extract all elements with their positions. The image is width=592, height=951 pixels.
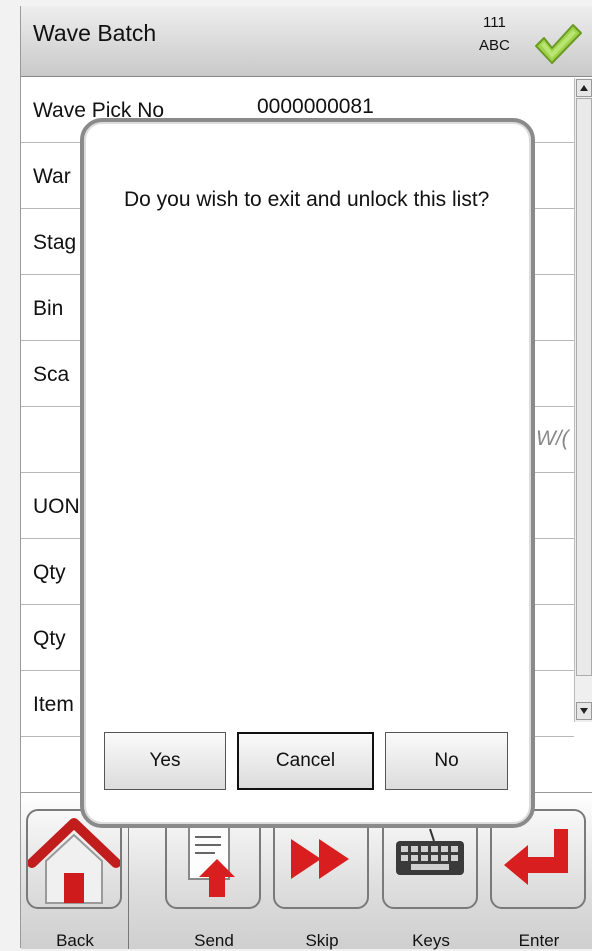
dialog-message: Do you wish to exit and unlock this list…: [124, 188, 490, 211]
form-label: War: [33, 165, 71, 188]
yes-button[interactable]: Yes: [104, 732, 226, 790]
enter-label: Enter: [518, 931, 560, 950]
input-mode-number[interactable]: 111: [483, 14, 506, 31]
form-label: Bin: [33, 297, 64, 320]
back-label: Back: [56, 931, 94, 950]
title-bar: Wave Batch 111 ABC: [21, 6, 592, 77]
form-label: UON: [33, 495, 80, 518]
form-label: Sca: [33, 363, 70, 386]
scroll-up-icon: [580, 85, 588, 91]
confirm-exit-dialog: Do you wish to exit and unlock this list…: [80, 118, 535, 828]
scroll-thumb[interactable]: [576, 98, 592, 676]
vertical-scrollbar[interactable]: [574, 78, 592, 722]
keys-label: Keys: [412, 931, 450, 950]
form-label: Qty: [33, 627, 66, 650]
scroll-up-button[interactable]: [576, 79, 592, 97]
send-label: Send: [194, 931, 234, 950]
skip-label: Skip: [305, 931, 339, 950]
input-mode-letters[interactable]: ABC: [479, 37, 510, 54]
scroll-down-button[interactable]: [576, 702, 592, 720]
page-title: Wave Batch: [33, 20, 157, 46]
no-button[interactable]: No: [385, 732, 508, 790]
cancel-button[interactable]: Cancel: [237, 732, 374, 790]
wo-hint-text: W/(: [536, 427, 569, 450]
wave-pick-number: 0000000081: [257, 95, 374, 118]
form-label: Item: [33, 693, 74, 716]
scroll-down-icon: [580, 708, 588, 714]
form-label: Qty: [33, 561, 66, 584]
form-label: Stag: [33, 231, 77, 254]
check-icon[interactable]: [533, 22, 583, 66]
